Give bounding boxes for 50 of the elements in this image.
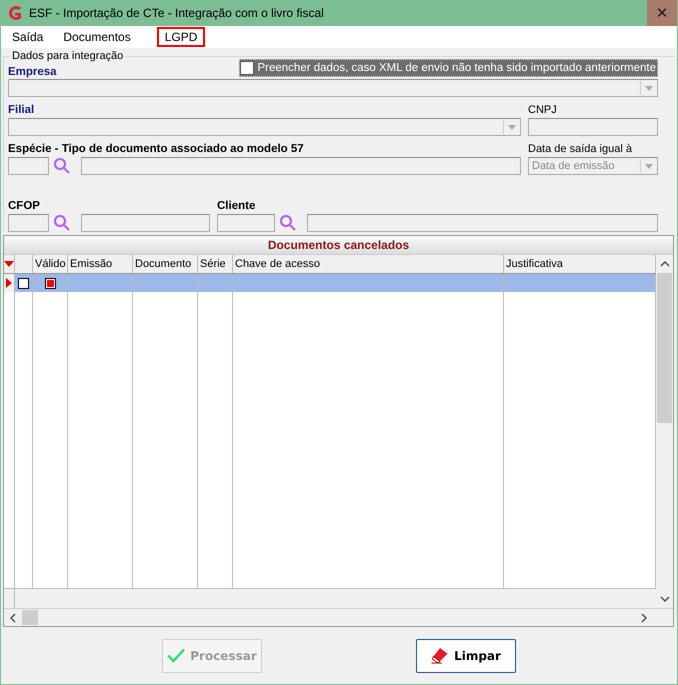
search-icon[interactable] bbox=[279, 214, 297, 232]
search-icon[interactable] bbox=[53, 214, 71, 232]
code-field[interactable] bbox=[8, 214, 49, 232]
filial-combo[interactable] bbox=[8, 118, 521, 136]
valid-checkbox[interactable] bbox=[44, 278, 56, 288]
scroll-up-icon[interactable] bbox=[660, 261, 670, 267]
clear-button[interactable]: Limpar bbox=[416, 638, 516, 672]
app-logo-icon bbox=[7, 5, 23, 21]
column-header[interactable]: Chave de acesso bbox=[233, 255, 504, 273]
column-header[interactable]: Documento bbox=[133, 255, 198, 273]
close-button[interactable]: ✕ bbox=[647, 0, 677, 26]
field-label: Espécie - Tipo de documento associado ao modelo 57 bbox=[8, 142, 305, 156]
scroll-thumb[interactable] bbox=[22, 610, 38, 625]
scroll-left-icon[interactable] bbox=[10, 612, 16, 622]
menu-item[interactable]: Saída bbox=[4, 27, 52, 47]
field-label: CFOP bbox=[8, 199, 41, 213]
scroll-down-icon[interactable] bbox=[660, 596, 670, 602]
description-field[interactable] bbox=[81, 157, 521, 175]
horizontal-scrollbar[interactable] bbox=[4, 608, 673, 626]
description-field[interactable] bbox=[307, 214, 658, 232]
scroll-thumb[interactable] bbox=[657, 273, 672, 423]
empresa-combo[interactable] bbox=[8, 79, 658, 97]
dropdown-icon bbox=[644, 164, 652, 168]
eraser-icon bbox=[430, 647, 450, 664]
row-checkbox[interactable] bbox=[18, 278, 29, 288]
field-label: Filial bbox=[8, 103, 36, 117]
row-pointer-icon bbox=[6, 278, 12, 288]
description-field[interactable] bbox=[81, 214, 210, 232]
code-field[interactable] bbox=[8, 157, 49, 175]
group-title: Dados para integração bbox=[11, 50, 124, 62]
grid-title: Documentos cancelados bbox=[4, 236, 673, 254]
window-title: ESF - Importação de CTe - Integração com o livro fiscal bbox=[29, 6, 325, 20]
fill-option-checkbox[interactable]: Preencher dados, caso XML de envio não tenha sido importado anteriormente bbox=[238, 59, 658, 77]
cnpj-field[interactable] bbox=[528, 118, 658, 136]
field-label: Data de saída igual à bbox=[528, 142, 633, 156]
field-label: Cliente bbox=[217, 199, 256, 213]
dropdown-icon bbox=[644, 86, 652, 90]
field-label: CNPJ bbox=[528, 103, 558, 117]
column-header[interactable]: Válido bbox=[33, 255, 68, 273]
search-icon[interactable] bbox=[53, 157, 71, 175]
code-field[interactable] bbox=[217, 214, 275, 232]
column-header[interactable]: Série bbox=[198, 255, 233, 273]
column-header[interactable]: Emissão bbox=[68, 255, 133, 273]
field-label: Empresa bbox=[8, 65, 57, 79]
sort-indicator-icon bbox=[4, 261, 14, 267]
scroll-right-icon[interactable] bbox=[641, 612, 647, 622]
menu-item[interactable]: LGPD bbox=[156, 27, 206, 47]
dropdown-icon bbox=[508, 124, 516, 130]
menu-item[interactable]: Documentos bbox=[55, 27, 139, 47]
check-icon bbox=[166, 647, 186, 664]
